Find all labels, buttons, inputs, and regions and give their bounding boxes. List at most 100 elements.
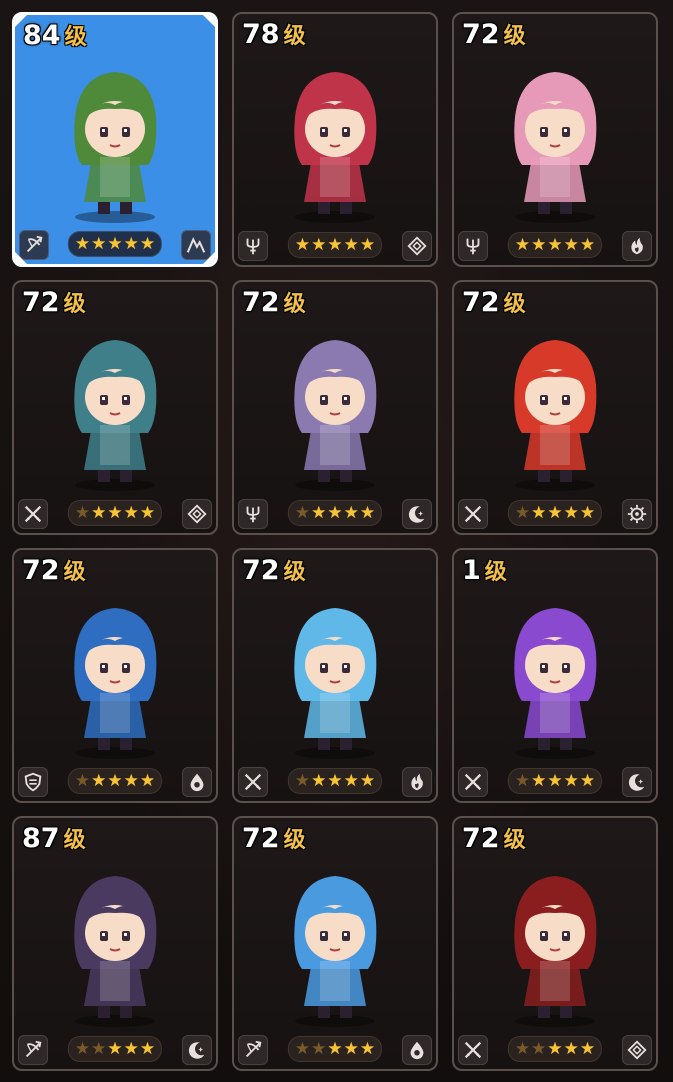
star-icon: ★ (107, 1038, 123, 1059)
star-icon: ★ (123, 502, 139, 523)
character-portrait (35, 59, 195, 224)
star-icon: ★ (311, 770, 327, 791)
card-footer: ★ ★ ★ ★ ★ (14, 1029, 216, 1069)
level-number: 78 (242, 19, 280, 50)
star-icon: ★ (514, 1038, 531, 1059)
level-label: 72 级 (242, 554, 306, 586)
level-number: 72 (242, 555, 280, 586)
card-footer: ★ ★ ★ ★ ★ (234, 1029, 436, 1069)
card-footer: ★ ★ ★ ★ ★ (454, 493, 656, 533)
star-icon: ★ (107, 770, 123, 791)
level-number: 72 (462, 823, 500, 854)
star-icon: ★ (311, 502, 327, 523)
horned-demon-girl-sprite (514, 607, 597, 759)
star-icon: ★ (531, 1038, 547, 1059)
diamond-icon (182, 499, 212, 529)
selection-corner (15, 252, 27, 264)
selection-corner (15, 15, 27, 27)
swords-icon (458, 767, 488, 797)
character-portrait (474, 594, 636, 761)
level-label: 78 级 (242, 18, 306, 50)
character-card[interactable]: 72 级 ★ ★ ★ ★ ★ (12, 548, 218, 803)
swords-icon (458, 499, 488, 529)
character-portrait (34, 862, 196, 1029)
star-rating: ★ ★ ★ ★ ★ (507, 232, 603, 258)
character-portrait (474, 326, 636, 493)
pirate-hat-girl-sprite (514, 875, 597, 1027)
level-unit: 级 (63, 828, 86, 853)
water-icon (182, 767, 212, 797)
level-unit: 级 (283, 24, 306, 49)
star-icon: ★ (139, 233, 156, 254)
diamond-icon (402, 231, 432, 261)
star-icon: ★ (91, 1038, 107, 1059)
level-number: 72 (242, 823, 280, 854)
crystal-encased-girl-sprite (294, 607, 377, 759)
level-label: 72 级 (22, 286, 86, 318)
flower-hat-girl-sprite (514, 71, 597, 223)
star-icon: ★ (327, 234, 343, 255)
star-icon: ★ (359, 1038, 376, 1059)
level-unit: 级 (503, 292, 526, 317)
bow-icon (238, 1035, 268, 1065)
level-unit: 级 (503, 828, 526, 853)
character-card[interactable]: 78 级 ★ ★ ★ ★ ★ (232, 12, 438, 267)
card-footer: ★ ★ ★ ★ ★ (14, 493, 216, 533)
moon-icon (182, 1035, 212, 1065)
card-footer: ★ ★ ★ ★ ★ (234, 761, 436, 801)
star-icon: ★ (514, 234, 531, 255)
level-label: 84 级 (23, 19, 87, 51)
star-rating: ★ ★ ★ ★ ★ (67, 231, 163, 257)
character-portrait (254, 594, 416, 761)
character-card[interactable]: 72 级 ★ ★ ★ ★ ★ (232, 816, 438, 1071)
level-label: 72 级 (22, 554, 86, 586)
star-rating: ★ ★ ★ ★ ★ (287, 232, 383, 258)
level-unit: 级 (283, 292, 306, 317)
level-unit: 级 (64, 25, 87, 50)
character-portrait (254, 58, 416, 225)
star-icon: ★ (74, 1038, 91, 1059)
star-icon: ★ (563, 234, 579, 255)
level-label: 72 级 (462, 18, 526, 50)
fire-icon (402, 767, 432, 797)
star-icon: ★ (107, 233, 123, 254)
fire-icon (622, 231, 652, 261)
level-label: 87 级 (22, 822, 86, 854)
card-footer: ★ ★ ★ ★ ★ (14, 761, 216, 801)
star-icon: ★ (139, 502, 156, 523)
star-icon: ★ (531, 234, 547, 255)
star-icon: ★ (91, 770, 107, 791)
character-card[interactable]: 1 级 ★ ★ ★ ★ ★ (452, 548, 658, 803)
character-card[interactable]: 72 级 ★ ★ ★ ★ ★ (452, 12, 658, 267)
star-icon: ★ (563, 1038, 579, 1059)
swords-icon (18, 499, 48, 529)
star-icon: ★ (579, 234, 596, 255)
star-icon: ★ (107, 502, 123, 523)
star-icon: ★ (91, 233, 107, 254)
star-icon: ★ (327, 1038, 343, 1059)
diamond-icon (622, 1035, 652, 1065)
star-icon: ★ (343, 770, 359, 791)
fox-girl-with-airplane-sprite (294, 875, 377, 1027)
star-icon: ★ (547, 234, 563, 255)
character-portrait (34, 594, 196, 761)
character-card[interactable]: 84 级 ★ ★ ★ ★ ★ (12, 12, 218, 267)
star-rating: ★ ★ ★ ★ ★ (507, 500, 603, 526)
swords-icon (458, 1035, 488, 1065)
character-card[interactable]: 72 级 ★ ★ ★ ★ ★ (232, 280, 438, 535)
star-icon: ★ (294, 1038, 311, 1059)
level-unit: 级 (63, 560, 86, 585)
star-icon: ★ (294, 502, 311, 523)
card-footer: ★ ★ ★ ★ ★ (234, 493, 436, 533)
card-footer: ★ ★ ★ ★ ★ (454, 761, 656, 801)
level-number: 84 (23, 20, 61, 51)
star-icon: ★ (74, 502, 91, 523)
character-card[interactable]: 72 级 ★ ★ ★ ★ ★ (232, 548, 438, 803)
character-card[interactable]: 72 级 ★ ★ ★ ★ ★ (452, 280, 658, 535)
star-rating: ★ ★ ★ ★ ★ (67, 1036, 163, 1062)
character-card[interactable]: 72 级 ★ ★ ★ ★ ★ (452, 816, 658, 1071)
star-icon: ★ (343, 1038, 359, 1059)
character-card[interactable]: 87 级 ★ ★ ★ ★ ★ (12, 816, 218, 1071)
star-icon: ★ (139, 1038, 156, 1059)
character-card[interactable]: 72 级 ★ ★ ★ ★ ★ (12, 280, 218, 535)
